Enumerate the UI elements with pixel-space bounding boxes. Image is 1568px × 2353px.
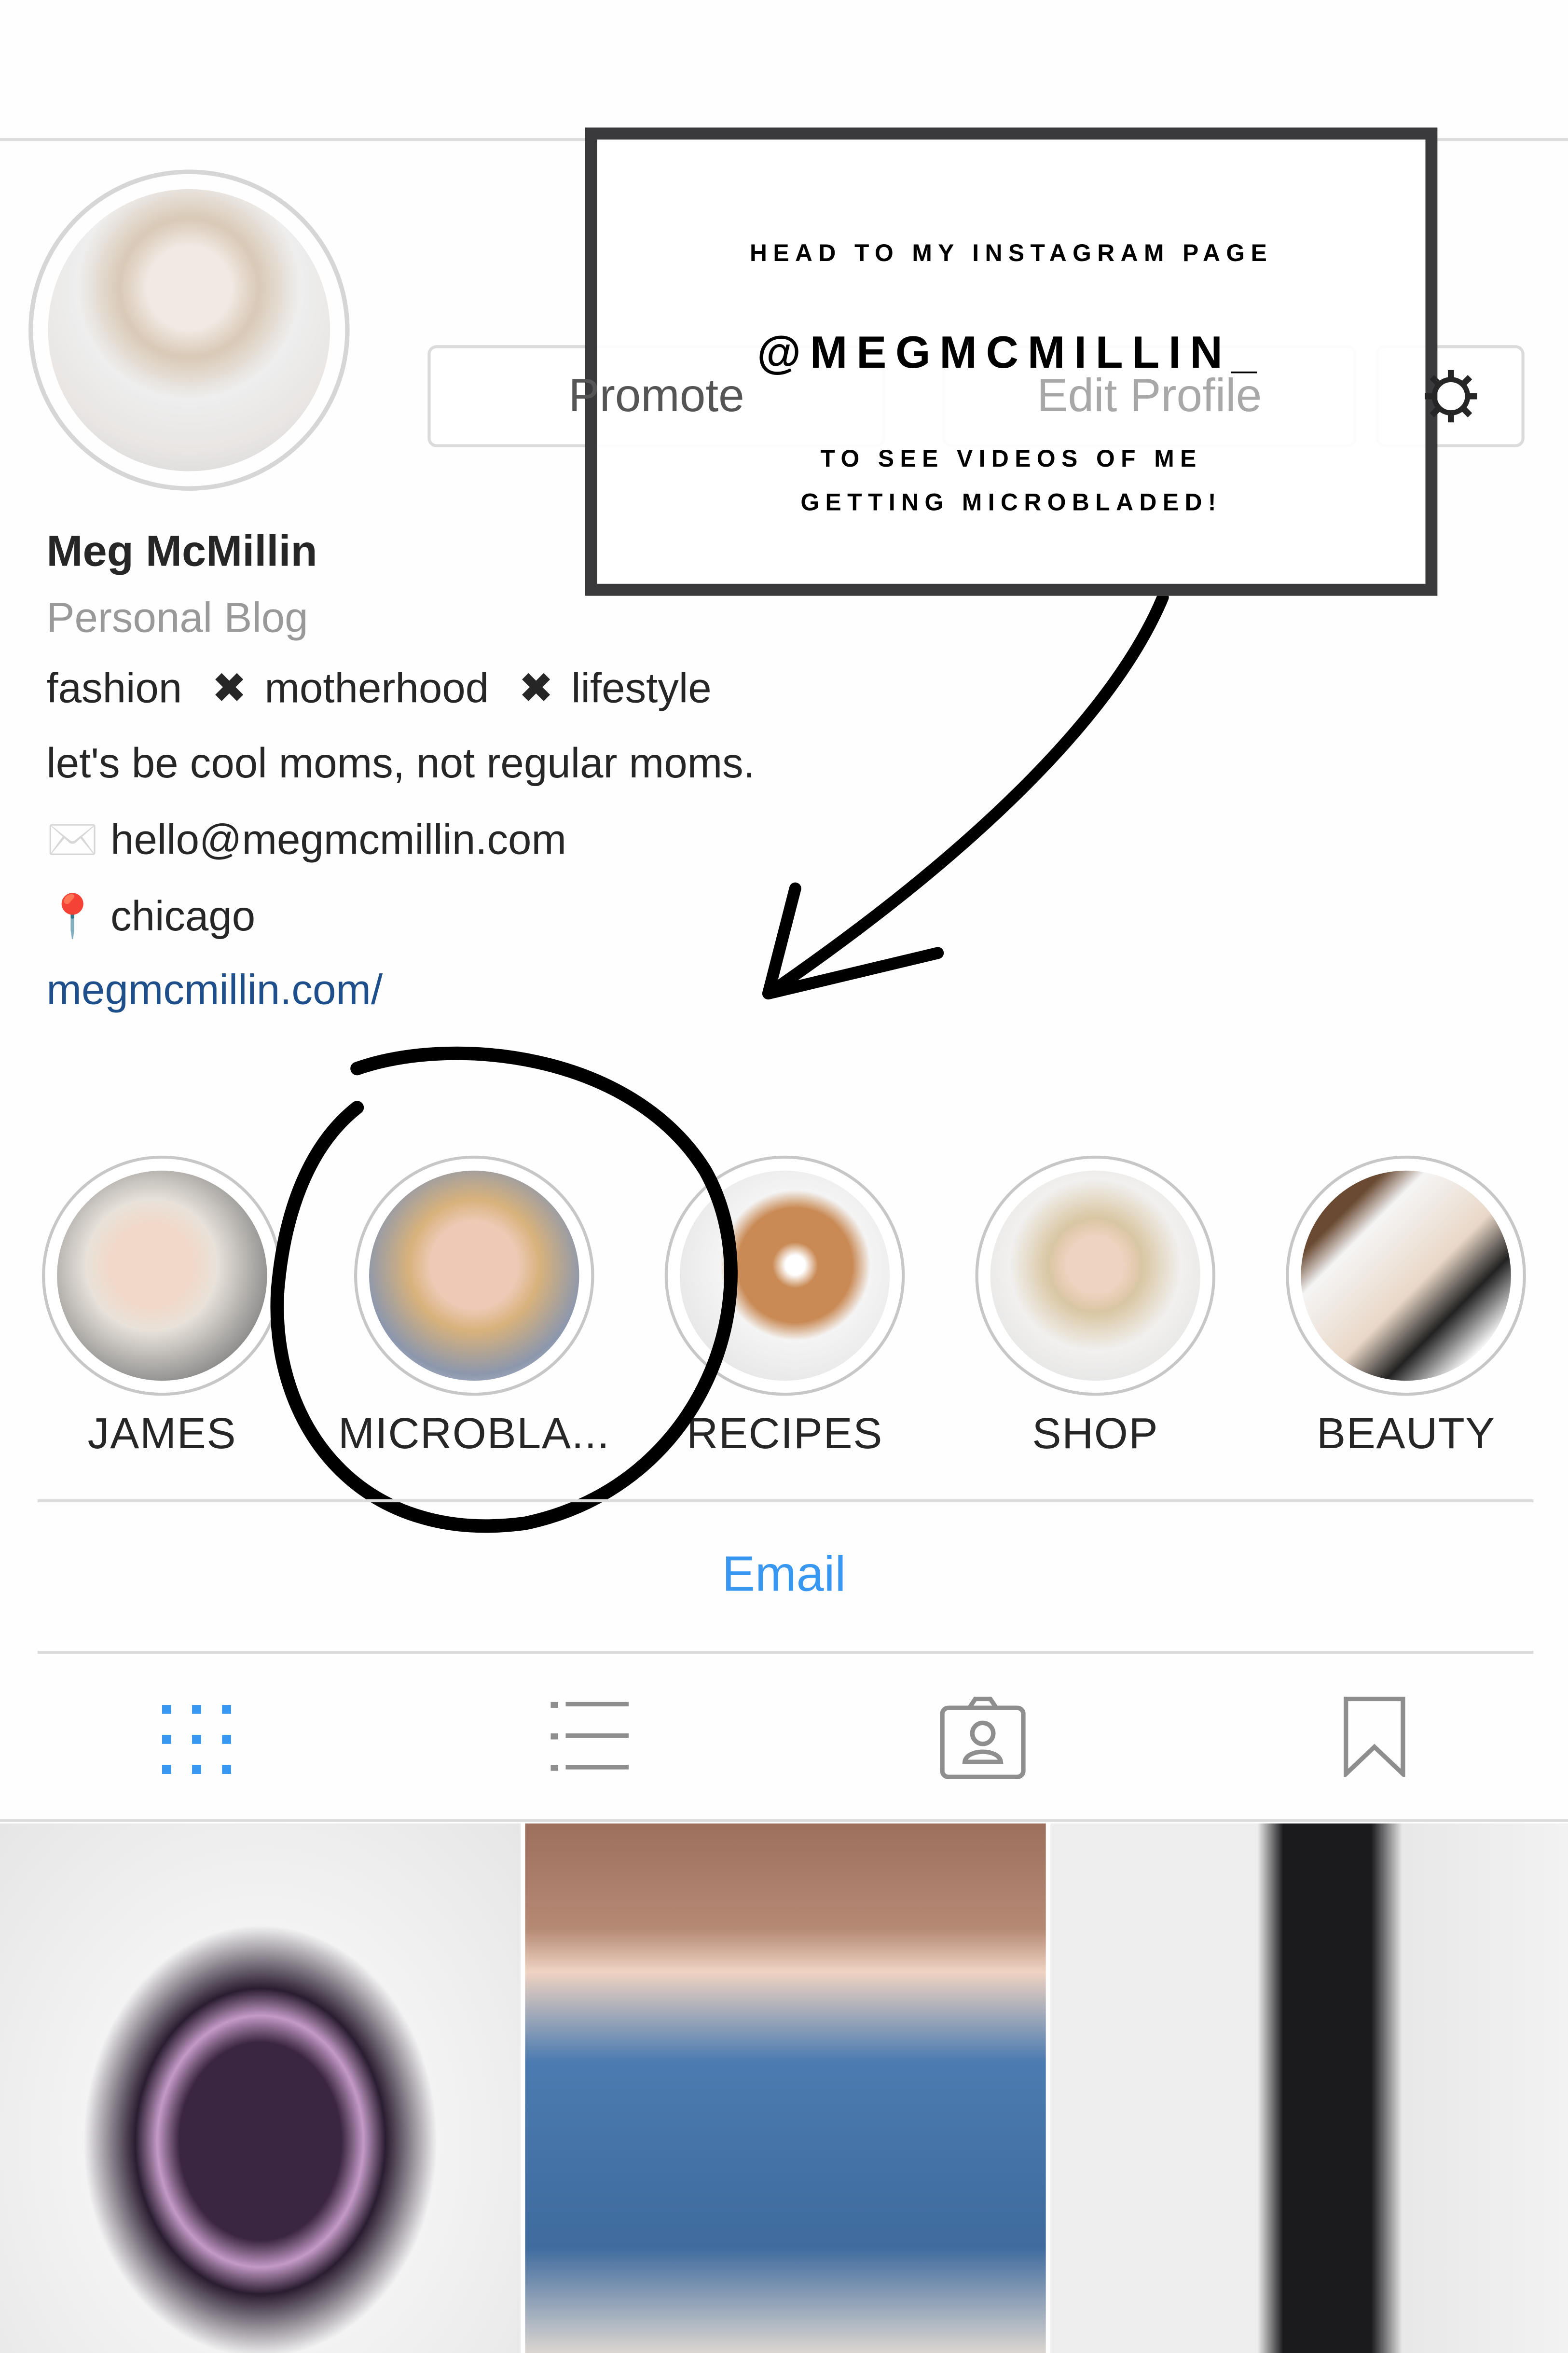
instagram-profile-screen: Promote Edit Profile HEAD TO MY INSTAGRA… (0, 0, 1568, 2353)
divider (37, 1499, 1534, 1503)
instagram-callout-box: HEAD TO MY INSTAGRAM PAGE @MEGMCMILLIN_ … (585, 127, 1438, 596)
gear-icon (1424, 370, 1476, 423)
post-thumbnail[interactable] (0, 1823, 521, 2353)
hand-drawn-circle (270, 1046, 738, 1533)
bookmark-icon[interactable] (1343, 1696, 1406, 1777)
promote-label: Promote (568, 369, 744, 422)
email-button[interactable]: Email (0, 1546, 1568, 1603)
email-button-label: Email (722, 1546, 846, 1602)
post-thumbnail[interactable] (525, 1823, 1046, 2353)
callout-line1: HEAD TO MY INSTAGRAM PAGE (750, 241, 1273, 267)
edit-profile-label: Edit Profile (1037, 369, 1262, 422)
callout-line4: GETTING MICROBLADED! (800, 490, 1222, 516)
curved-arrow (767, 591, 1169, 997)
divider (37, 1651, 1534, 1654)
list-icon[interactable] (550, 1702, 629, 1771)
divider (0, 1819, 1568, 1822)
tagged-person-icon[interactable] (939, 1696, 1026, 1780)
post-thumbnail[interactable] (1050, 1823, 1568, 2353)
callout-line3: TO SEE VIDEOS OF ME (820, 447, 1202, 473)
grid-icon[interactable] (162, 1704, 231, 1774)
